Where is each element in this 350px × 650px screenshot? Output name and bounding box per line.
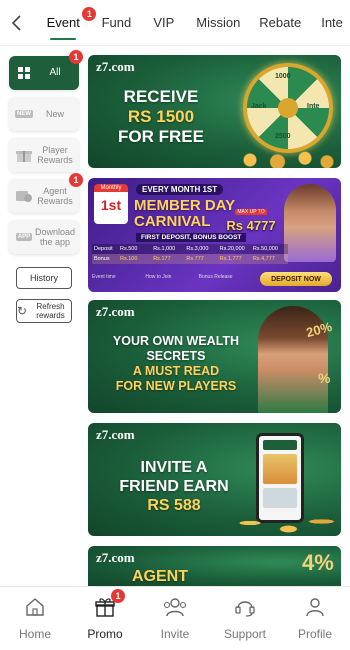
- sidebar-item-all[interactable]: All 1: [9, 50, 83, 90]
- category-tabs: Event 1 Fund VIP Mission Rebate Inte: [34, 0, 350, 46]
- banner-kicker: EVERY MONTH 1ST: [136, 184, 224, 195]
- tab-label: Rebate: [259, 15, 302, 30]
- nav-label: Invite: [160, 627, 190, 641]
- promo-page: Event 1 Fund VIP Mission Rebate Inte All…: [0, 0, 350, 650]
- sidebar-item-label: All: [49, 67, 61, 78]
- nav-label: Support: [223, 627, 267, 641]
- banner-member-day-carnival[interactable]: Monthly 1st EVERY MONTH 1ST MEMBER DAY C…: [88, 178, 341, 292]
- nav-label: Home: [18, 627, 51, 641]
- nav-profile[interactable]: Profile: [280, 587, 350, 650]
- brand-logo: z7.com: [96, 59, 135, 74]
- tab-rebate[interactable]: Rebate: [249, 0, 311, 46]
- gold-coin-stacks: [228, 505, 338, 535]
- nav-promo[interactable]: Promo 1: [70, 587, 140, 650]
- max-bonus-chip: MAX UP TO Rs 4777: [226, 209, 276, 233]
- prize-wheel: 1000 Jack 2500 Inte: [243, 63, 333, 153]
- tab-label: Mission: [196, 15, 241, 30]
- back-arrow-icon[interactable]: [0, 0, 34, 46]
- sidebar-badge: 1: [69, 173, 83, 187]
- percent-decoration: 4%: [302, 550, 334, 575]
- refresh-icon: ↻: [17, 304, 28, 318]
- refresh-rewards-button[interactable]: ↻ Refresh rewards: [16, 299, 72, 323]
- bonus-table: Deposit Rs.500 Rs.1,000 Rs.3,000 Rs.20,0…: [92, 244, 288, 264]
- sidebar-item-label: New: [45, 109, 64, 119]
- sidebar-item-player-rewards[interactable]: Player Rewards: [9, 138, 79, 172]
- banner-headline: MEMBER DAY CARNIVAL: [134, 197, 236, 230]
- monthly-calendar-badge: Monthly 1st: [94, 184, 128, 224]
- history-button[interactable]: History: [16, 267, 72, 289]
- agent-icon: [13, 187, 35, 205]
- new-tag-icon: NEW: [15, 110, 33, 118]
- wheel-label: Jack: [251, 103, 267, 110]
- tab-vip[interactable]: VIP: [140, 0, 187, 46]
- sidebar-item-label: Player Rewards: [37, 145, 73, 165]
- invite-icon: [163, 596, 187, 623]
- sidebar-item-label: Agent Rewards: [37, 186, 73, 206]
- sidebar-badge: 1: [69, 50, 83, 64]
- sidebar-item-download-app[interactable]: APP Download the app: [9, 220, 79, 254]
- profile-icon: [304, 596, 326, 623]
- bottom-navigation: Home Promo 1 Invite Support Profile: [0, 586, 350, 650]
- wheel-label: Inte: [307, 103, 320, 110]
- brand-logo: z7.com: [96, 427, 135, 442]
- banner-wealth-secrets[interactable]: z7.com YOUR OWN WEALTH SECRETS A MUST RE…: [88, 300, 341, 413]
- wheel-label: 2500: [275, 133, 291, 140]
- promo-category-sidebar: All 1 NEW New Player Rewards Agent Rewar…: [0, 46, 86, 586]
- nav-home[interactable]: Home: [0, 587, 70, 650]
- sidebar-item-new[interactable]: NEW New: [9, 97, 79, 131]
- app-download-icon: APP: [15, 233, 33, 241]
- banner-headline: INVITE A FRIEND EARN RS 588: [119, 459, 229, 514]
- tab-event[interactable]: Event 1: [34, 0, 97, 46]
- nav-support[interactable]: Support: [210, 587, 280, 650]
- banner-headline: RECEIVE RS 1500 FOR FREE: [118, 87, 204, 146]
- tab-mission[interactable]: Mission: [187, 0, 249, 46]
- deposit-now-button[interactable]: DEPOSIT NOW: [260, 272, 332, 286]
- nav-badge: 1: [111, 589, 125, 603]
- tab-fund[interactable]: Fund: [92, 0, 140, 46]
- home-icon: [24, 596, 46, 623]
- top-tab-bar: Event 1 Fund VIP Mission Rebate Inte: [0, 0, 350, 46]
- wheel-label: 1000: [275, 73, 291, 80]
- event-info-strip: Event time How to Join Bonus Release: [92, 274, 233, 280]
- banner-headline: AGENT: [132, 568, 188, 585]
- nav-invite[interactable]: Invite: [140, 587, 210, 650]
- banner-invite-friend[interactable]: z7.com INVITE A FRIEND EARN RS 588: [88, 423, 341, 536]
- tab-inte[interactable]: Inte: [311, 0, 350, 46]
- brand-logo: z7.com: [96, 304, 135, 319]
- banner-headline: YOUR OWN WEALTH SECRETS A MUST READ FOR …: [112, 334, 240, 393]
- nav-label: Promo: [87, 627, 123, 641]
- banner-agent[interactable]: z7.com AGENT 4%: [88, 546, 341, 586]
- percent-decoration: %: [318, 370, 331, 386]
- tab-label: Fund: [101, 15, 132, 30]
- tab-label: Inte: [321, 15, 343, 30]
- tab-label: VIP: [153, 15, 175, 30]
- headset-icon: [234, 596, 256, 623]
- gift-box-icon: [13, 146, 35, 164]
- grid-icon: [13, 64, 35, 82]
- gold-coins-decoration: [228, 151, 338, 168]
- banner-subtitle: FIRST DEPOSIT, BONUS BOOST: [136, 233, 247, 242]
- sidebar-item-label: Download the app: [35, 227, 76, 247]
- brand-logo: z7.com: [96, 550, 135, 565]
- banner-receive-free[interactable]: z7.com RECEIVE RS 1500 FOR FREE 1000 Jac…: [88, 55, 341, 168]
- sidebar-item-agent-rewards[interactable]: Agent Rewards 1: [9, 173, 83, 213]
- tab-label: Event: [46, 15, 80, 30]
- model-photo: [284, 184, 336, 262]
- nav-label: Profile: [297, 627, 332, 641]
